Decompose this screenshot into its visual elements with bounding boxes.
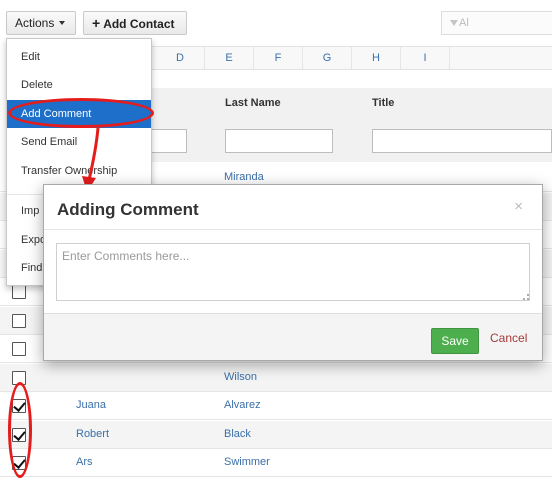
column-letter[interactable]: F — [254, 47, 303, 69]
actions-button-label: Actions — [15, 16, 55, 30]
adding-comment-modal: Adding Comment × Save Cancel — [43, 184, 543, 361]
first-name-cell[interactable]: Ars — [76, 456, 93, 468]
first-name-cell[interactable]: Juana — [76, 399, 106, 411]
title-filter-input[interactable] — [372, 129, 552, 153]
menu-item-edit[interactable]: Edit — [7, 43, 151, 71]
save-button[interactable]: Save — [431, 328, 479, 354]
caret-down-icon — [59, 21, 66, 25]
last-name-cell[interactable]: Wilson — [224, 371, 257, 383]
modal-divider — [44, 229, 542, 230]
column-letter[interactable]: H — [352, 47, 401, 69]
toolbar: Actions + Add Contact Al — [0, 0, 552, 40]
cancel-link[interactable]: Cancel — [490, 331, 527, 345]
last-name-cell[interactable]: Black — [224, 428, 251, 440]
last-name-cell[interactable]: Alvarez — [224, 399, 261, 411]
table-filter-row — [125, 120, 552, 162]
row-checkbox[interactable] — [12, 285, 26, 299]
first-name-cell[interactable]: Robert — [76, 428, 109, 440]
modal-title: Adding Comment — [57, 200, 199, 219]
last-name-cell[interactable]: Miranda — [224, 171, 264, 183]
modal-footer: Save Cancel — [44, 313, 542, 360]
filter-icon — [450, 20, 458, 26]
menu-item-delete[interactable]: Delete — [7, 71, 151, 99]
plus-icon: + — [92, 15, 101, 31]
menu-item-transfer-ownership[interactable]: Transfer Ownership — [7, 157, 151, 185]
add-contact-button[interactable]: + Add Contact — [83, 11, 187, 35]
column-letter[interactable]: I — [401, 47, 450, 69]
filter-hint: Al — [459, 17, 469, 29]
close-icon[interactable]: × — [514, 198, 523, 215]
column-letter[interactable]: D — [156, 47, 205, 69]
filter-button[interactable]: Al — [441, 11, 552, 35]
table-row[interactable]: Robert Black — [0, 421, 552, 449]
table-row[interactable]: Juana Alvarez — [0, 392, 552, 420]
annotation-checkbox-ellipse — [8, 382, 32, 478]
add-contact-label: Add Contact — [103, 17, 175, 31]
last-name-filter-input[interactable] — [225, 129, 333, 153]
menu-item-send-email[interactable]: Send Email — [7, 128, 151, 156]
annotation-highlight-ellipse — [8, 98, 154, 128]
table-row[interactable]: Wilson — [0, 364, 552, 392]
comment-textarea[interactable] — [56, 243, 530, 301]
resize-grip-icon[interactable] — [523, 294, 529, 300]
actions-dropdown-button[interactable]: Actions — [6, 11, 76, 35]
table-header-row: Last Name Title — [152, 88, 552, 120]
row-checkbox[interactable] — [12, 342, 26, 356]
header-title[interactable]: Title — [372, 97, 394, 109]
column-letter[interactable]: E — [205, 47, 254, 69]
row-checkbox[interactable] — [12, 314, 26, 328]
header-last-name[interactable]: Last Name — [225, 97, 281, 109]
table-row[interactable]: Ars Swimmer — [0, 449, 552, 477]
column-letter-row: D E F G H I — [152, 46, 552, 70]
column-letter[interactable]: G — [303, 47, 352, 69]
last-name-cell[interactable]: Swimmer — [224, 456, 270, 468]
